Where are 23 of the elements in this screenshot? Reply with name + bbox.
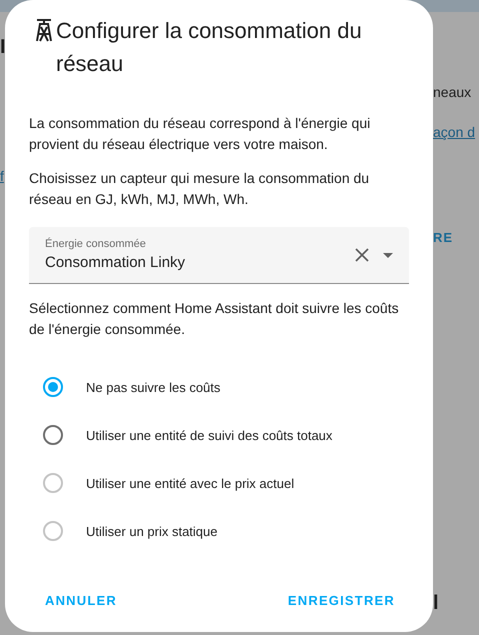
paragraph: Choisissez un capteur qui mesure la consommation du réseau en GJ, kWh, MJ, MWh, Wh. bbox=[29, 169, 370, 209]
background-text: neaux bbox=[433, 84, 472, 100]
dialog-title: Configurer la consommation du réseau bbox=[56, 17, 363, 78]
option-label: Ne pas suivre les coûts bbox=[86, 380, 220, 394]
caret-icon[interactable] bbox=[383, 252, 393, 258]
clear-icon[interactable] bbox=[355, 248, 369, 262]
option-label: Utiliser une entité de suivi des coûts totaux bbox=[86, 428, 332, 442]
radio-button[interactable] bbox=[43, 377, 63, 397]
save-button[interactable]: ENREGISTRER bbox=[280, 585, 403, 616]
radio-button[interactable] bbox=[43, 425, 63, 445]
cancel-button[interactable]: ANNULER bbox=[37, 585, 125, 616]
sensor-select-field[interactable]: Énergie consommée Consommation Linky bbox=[29, 227, 409, 284]
heading-text: l bbox=[433, 592, 440, 614]
action-button[interactable]: RE bbox=[433, 230, 479, 246]
link[interactable]: açon d bbox=[433, 124, 479, 140]
heading-text: I bbox=[0, 36, 7, 58]
paragraph: La consommation du réseau correspond à l'énergie qui provient du réseau électrique vers votre maison. bbox=[29, 114, 372, 154]
power-tower-icon bbox=[35, 18, 53, 42]
option-label: Utiliser une entité avec le prix actuel bbox=[86, 476, 294, 490]
field-label: Énergie consommée bbox=[45, 238, 146, 250]
cost-prompt: Sélectionnez comment Home Assistant doit suivre les coûts de l'énergie consommée. bbox=[29, 299, 400, 339]
field-value: Consommation Linky bbox=[45, 252, 186, 272]
option-label: Utiliser un prix statique bbox=[86, 524, 218, 538]
